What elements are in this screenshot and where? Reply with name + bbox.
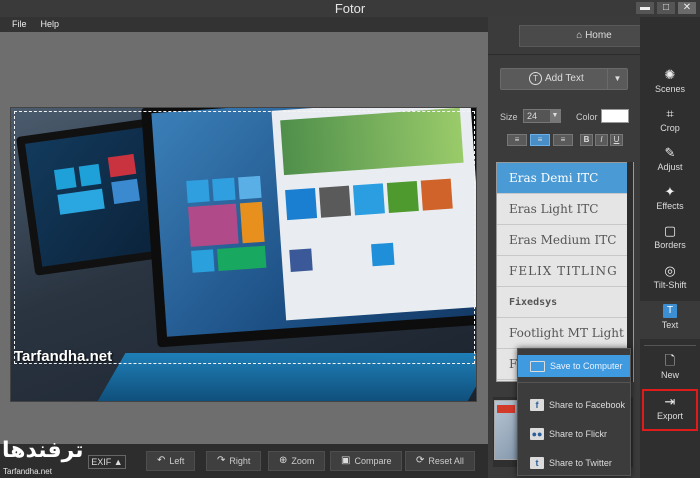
tool-scenes-label: Scenes xyxy=(654,84,686,94)
format-buttons: B I U xyxy=(580,134,623,146)
font-item[interactable]: Footlight MT Light xyxy=(497,318,633,349)
tool-borders[interactable]: ▢ Borders xyxy=(640,221,700,259)
compare-label: Compare xyxy=(354,456,392,466)
title-bar: Fotor ▬ □ ✕ xyxy=(0,0,700,17)
window-controls: ▬ □ ✕ xyxy=(636,2,696,14)
tool-adjust[interactable]: ✎ Adjust xyxy=(640,143,700,181)
share-flickr-item[interactable]: ●● Share to Flickr xyxy=(518,423,630,445)
tool-borders-label: Borders xyxy=(654,240,686,250)
menu-file[interactable]: File xyxy=(12,17,27,32)
save-to-computer-label: Save to Computer xyxy=(550,361,623,371)
reset-icon: ⟳ xyxy=(416,455,425,466)
reset-all-button[interactable]: ⟳ Reset All xyxy=(405,451,475,471)
share-twitter-item[interactable]: t Share to Twitter xyxy=(518,452,630,474)
tool-effects[interactable]: ✦ Effects xyxy=(640,182,700,220)
crop-icon: ⌗ xyxy=(666,106,674,121)
borders-icon: ▢ xyxy=(663,223,677,238)
app-title: Fotor xyxy=(334,1,366,16)
zoom-icon: ⊕ xyxy=(279,455,288,466)
menu-bar: File Help xyxy=(0,17,488,32)
bold-button[interactable]: B xyxy=(580,134,593,146)
rotate-right-button[interactable]: ↷ Right xyxy=(206,451,262,471)
export-highlight-box xyxy=(642,389,698,431)
minimize-button[interactable]: ▬ xyxy=(636,2,654,14)
home-icon: ⌂ xyxy=(576,30,586,41)
zoom-label: Zoom xyxy=(291,456,315,466)
compare-button[interactable]: ▣ Compare xyxy=(330,451,403,471)
italic-button[interactable]: I xyxy=(595,134,608,146)
compare-image-icon: ▣ xyxy=(341,455,351,466)
export-menu: Save to Computer f Share to Facebook ●● … xyxy=(517,348,631,476)
tilt-shift-icon: ◎ xyxy=(664,263,676,278)
text-circle-icon: T xyxy=(529,72,542,85)
site-logo: ترفندها Tarfandha.net xyxy=(0,438,84,478)
font-size-value: 24 xyxy=(527,111,538,121)
flickr-icon: ●● xyxy=(530,428,544,440)
twitter-icon: t xyxy=(530,457,544,469)
editor-canvas[interactable]: Tarfandha.net xyxy=(0,32,488,444)
site-logo-url: Tarfandha.net xyxy=(3,467,52,476)
reset-all-label: Reset All xyxy=(428,456,464,466)
share-twitter-label: Share to Twitter xyxy=(549,458,612,468)
monitor-icon xyxy=(530,360,545,372)
rotate-left-icon: ↶ xyxy=(157,455,166,466)
tool-text[interactable]: T Text xyxy=(640,301,700,339)
tool-new-label: New xyxy=(660,370,679,380)
tool-new[interactable]: 🗋 New xyxy=(640,351,700,389)
underline-button[interactable]: U xyxy=(610,134,623,146)
font-item[interactable]: Eras Demi ITC xyxy=(497,163,633,194)
tool-crop-label: Crop xyxy=(660,123,680,133)
chevron-down-icon: ▼ xyxy=(550,110,560,122)
share-facebook-label: Share to Facebook xyxy=(549,400,626,410)
panel-divider xyxy=(488,54,640,55)
add-text-dropdown[interactable]: ▼ xyxy=(607,69,627,89)
share-flickr-label: Share to Flickr xyxy=(549,429,608,439)
tool-tilt-shift-label: Tilt-Shift xyxy=(653,280,687,290)
rotate-right-label: Right xyxy=(229,456,251,466)
maximize-button[interactable]: □ xyxy=(657,2,675,14)
font-size-select[interactable]: 24 ▼ xyxy=(523,109,561,123)
scenes-icon: ✺ xyxy=(664,67,676,82)
photo-watermark: Tarfandha.net xyxy=(14,348,113,365)
adjust-pencil-icon: ✎ xyxy=(664,145,676,160)
save-to-computer-item[interactable]: Save to Computer xyxy=(518,355,630,377)
tool-crop[interactable]: ⌗ Crop xyxy=(640,104,700,142)
align-center-button[interactable]: ≡ xyxy=(530,134,550,146)
effects-sparkle-icon: ✦ xyxy=(664,184,676,199)
tools-sidebar: ✺ Scenes ⌗ Crop ✎ Adjust ✦ Effects ▢ Bor… xyxy=(640,17,700,478)
share-facebook-item[interactable]: f Share to Facebook xyxy=(518,394,630,416)
color-label: Color xyxy=(576,112,598,122)
font-item[interactable]: Eras Medium ITC xyxy=(497,225,633,256)
alignment-buttons: ≡ ≡ ≡ xyxy=(507,134,573,146)
home-label: Home xyxy=(585,30,612,41)
color-swatch[interactable] xyxy=(601,109,629,123)
exif-button[interactable]: EXIF ▲ xyxy=(88,455,126,469)
zoom-button[interactable]: ⊕ Zoom xyxy=(268,451,326,471)
tool-effects-label: Effects xyxy=(656,201,684,211)
facebook-icon: f xyxy=(530,399,544,411)
size-label: Size xyxy=(500,112,518,122)
tool-scenes[interactable]: ✺ Scenes xyxy=(640,65,700,103)
new-file-icon: 🗋 xyxy=(664,353,676,368)
rotate-right-icon: ↷ xyxy=(217,455,226,466)
add-text-button[interactable]: T Add Text ▼ xyxy=(500,68,628,90)
font-item[interactable]: Eras Light ITC xyxy=(497,194,633,225)
close-button[interactable]: ✕ xyxy=(678,2,696,14)
export-menu-divider xyxy=(518,382,630,383)
align-left-button[interactable]: ≡ xyxy=(507,134,527,146)
tools-divider xyxy=(644,345,696,346)
align-right-button[interactable]: ≡ xyxy=(553,134,573,146)
add-text-label: Add Text xyxy=(545,73,584,84)
text-icon: T xyxy=(663,304,677,318)
font-item[interactable]: Fixedsys xyxy=(497,287,633,318)
tool-text-label: Text xyxy=(661,320,679,330)
selection-frame[interactable] xyxy=(14,111,475,364)
tool-tilt-shift[interactable]: ◎ Tilt-Shift xyxy=(640,261,700,299)
font-item[interactable]: FELIX TITLING xyxy=(497,256,633,287)
menu-help[interactable]: Help xyxy=(41,17,60,32)
rotate-left-button[interactable]: ↶ Left xyxy=(146,451,196,471)
tool-adjust-label: Adjust xyxy=(657,162,683,172)
site-logo-arabic: ترفندها xyxy=(2,438,84,463)
rotate-left-label: Left xyxy=(169,456,185,466)
